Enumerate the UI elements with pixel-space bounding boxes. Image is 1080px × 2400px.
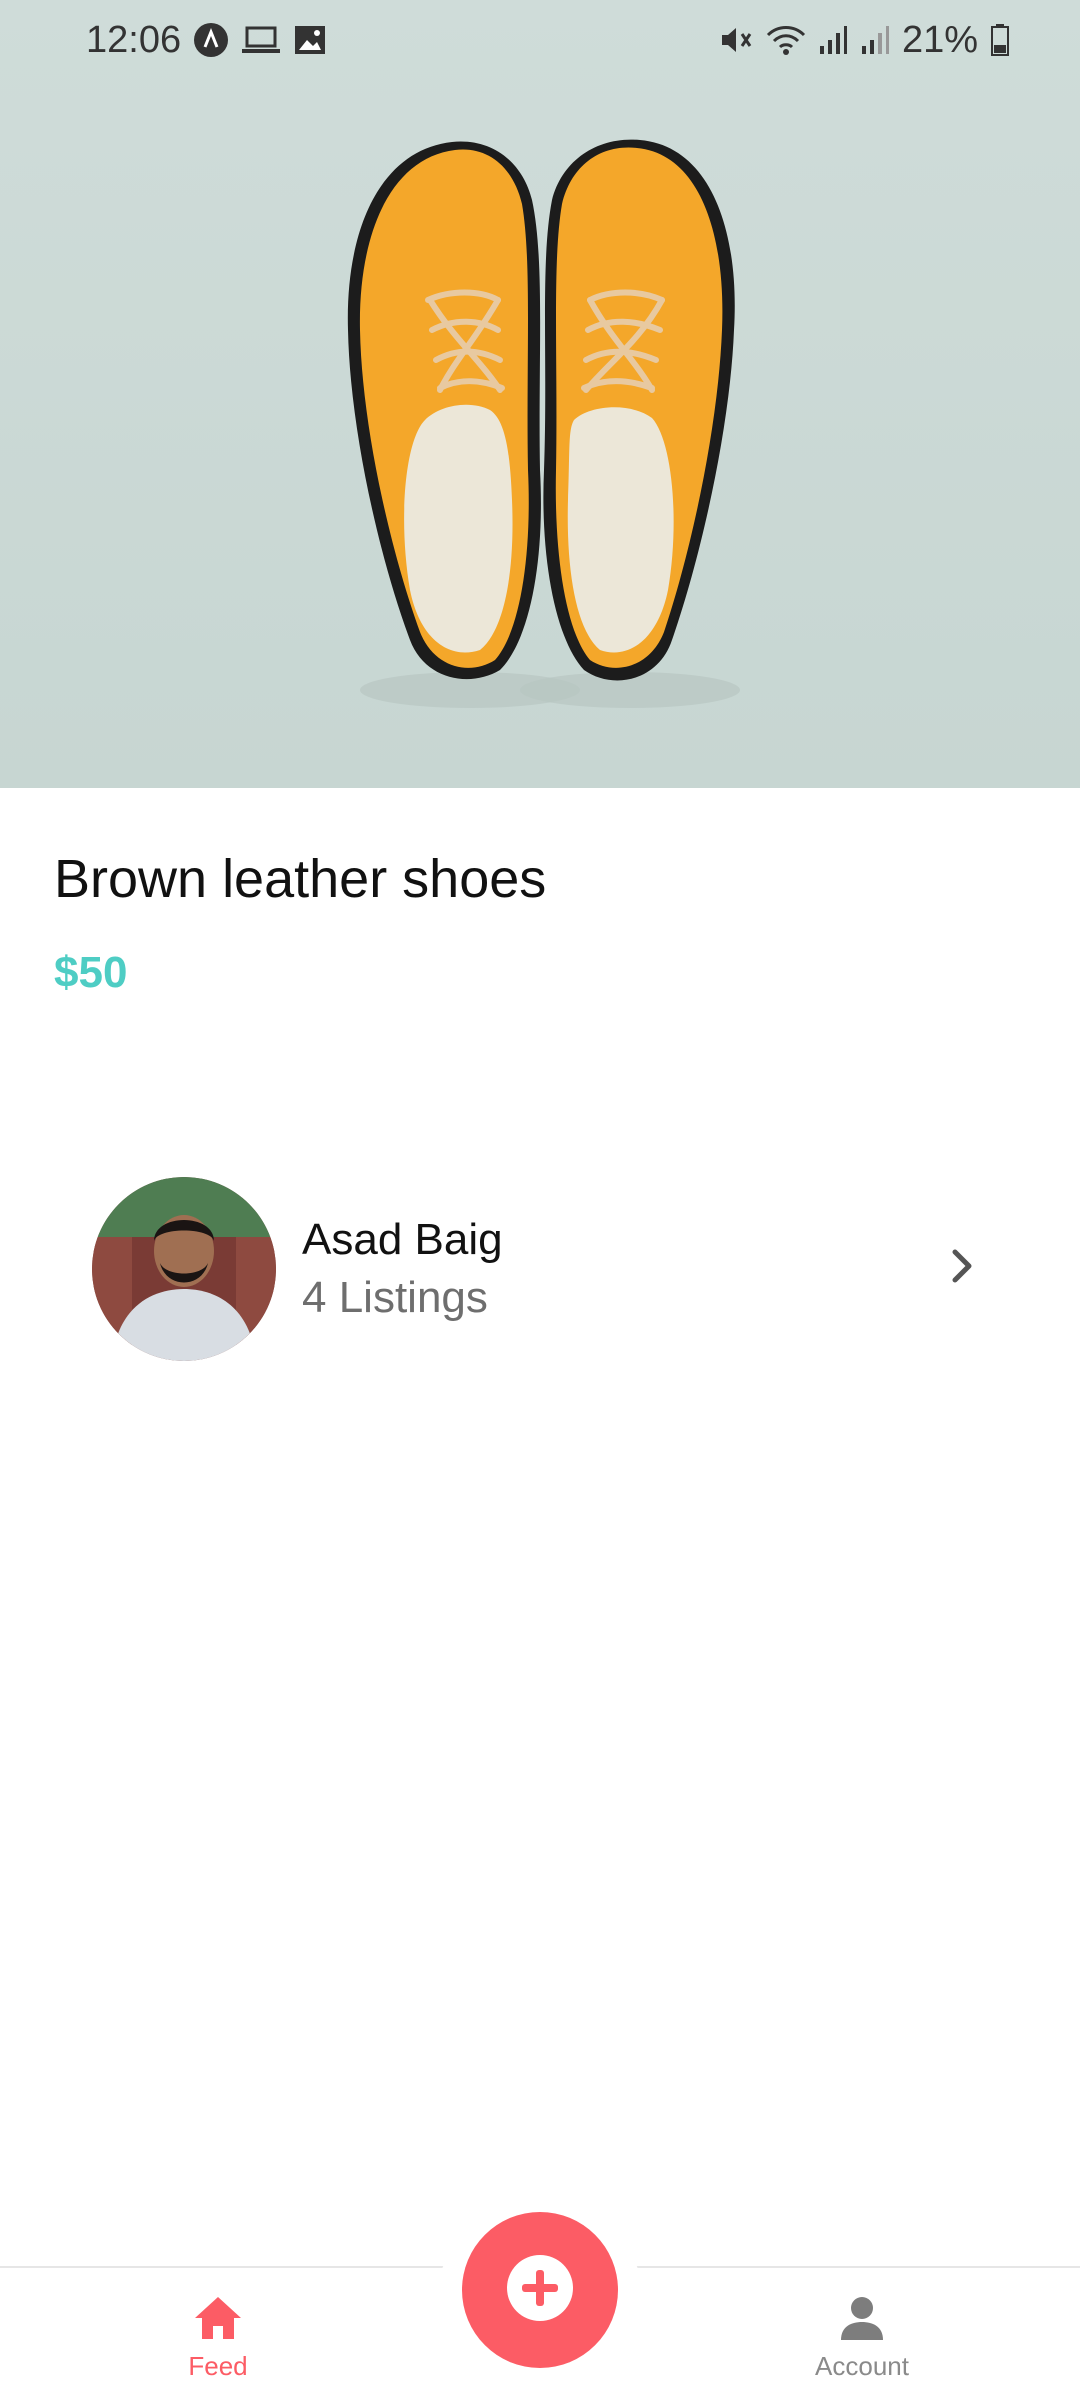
mute-icon xyxy=(718,22,754,58)
laptop-icon xyxy=(241,24,281,56)
battery-percent: 21% xyxy=(901,18,978,61)
nav-feed[interactable]: Feed xyxy=(118,2294,318,2382)
home-icon xyxy=(192,2294,244,2347)
plus-circle-icon xyxy=(505,2253,575,2328)
nav-account-label: Account xyxy=(815,2351,909,2381)
status-time: 12:06 xyxy=(86,18,182,61)
status-bar: 12:06 21% xyxy=(0,0,1080,80)
status-left: 12:06 xyxy=(86,19,327,62)
status-right: 21% xyxy=(718,19,1010,62)
nav-account[interactable]: Account xyxy=(762,2294,962,2382)
app-notification-icon xyxy=(193,22,229,58)
product-image xyxy=(0,0,1080,788)
add-listing-button[interactable] xyxy=(462,2212,618,2368)
shoes-illustration xyxy=(347,139,740,708)
image-icon xyxy=(293,24,327,56)
nav-feed-label: Feed xyxy=(188,2351,248,2381)
product-price: $50 xyxy=(54,948,128,997)
avatar xyxy=(92,1177,276,1361)
account-icon xyxy=(838,2294,886,2347)
seller-listings: 4 Listings xyxy=(302,1273,488,1322)
battery-icon xyxy=(990,23,1010,57)
seller-text: Asad Baig 4 Listings xyxy=(302,1215,503,1323)
product-title: Brown leather shoes xyxy=(54,849,547,909)
seller-name: Asad Baig xyxy=(302,1215,503,1264)
chevron-right-icon[interactable] xyxy=(932,1236,992,1296)
seller-row[interactable]: Asad Baig 4 Listings xyxy=(92,1176,992,1362)
wifi-icon xyxy=(766,23,806,57)
signal-icon xyxy=(818,24,848,56)
signal-icon-2 xyxy=(860,24,890,56)
